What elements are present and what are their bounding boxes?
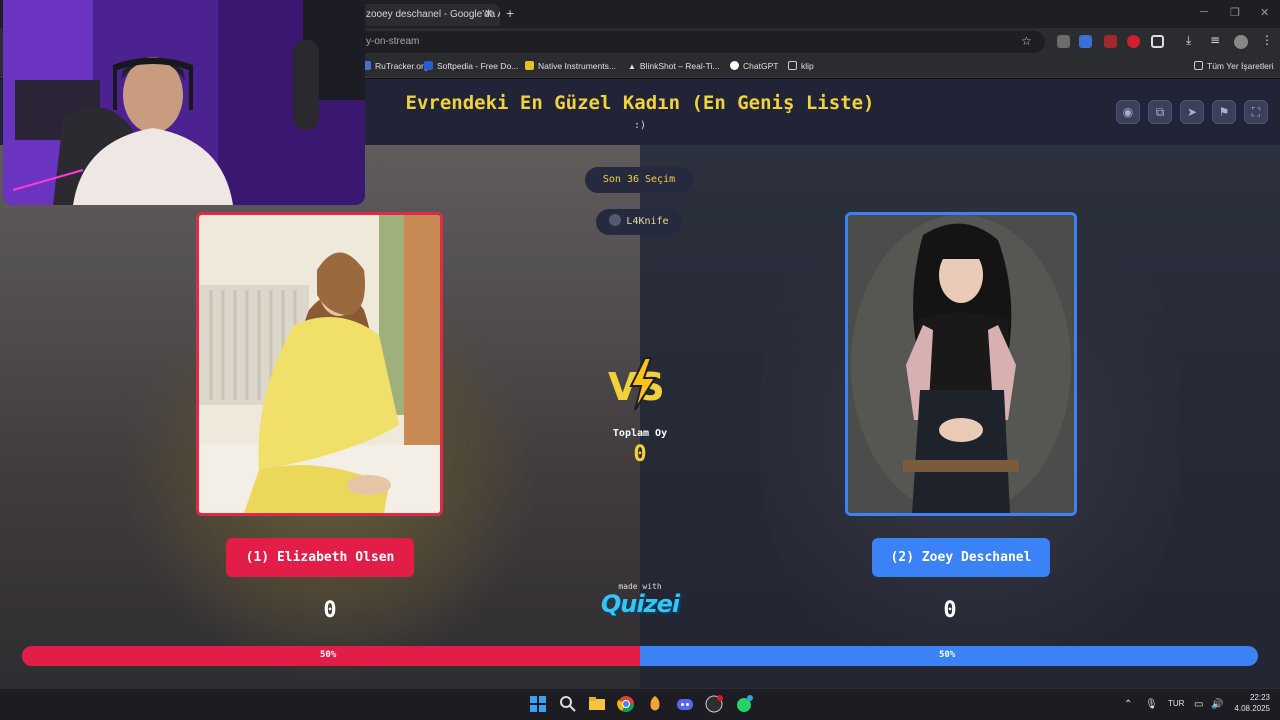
obs-icon[interactable] [704, 694, 724, 714]
download-icon[interactable]: ⤓ [1186, 33, 1191, 48]
language-indicator[interactable]: TUR [1168, 699, 1184, 708]
extension-icon[interactable] [1104, 35, 1117, 48]
folder-icon [1194, 61, 1203, 70]
start-menu-icon[interactable] [528, 694, 548, 714]
bookmark-softpedia[interactable]: Softpedia - Free Do... [424, 61, 518, 71]
file-explorer-icon[interactable] [587, 694, 607, 714]
address-bar[interactable] [355, 31, 1045, 53]
chrome-icon[interactable] [616, 694, 636, 714]
bookmark-label: klip [801, 61, 814, 71]
fullscreen-icon[interactable]: ⛶ [1244, 100, 1268, 124]
bookmark-native-instruments[interactable]: Native Instruments... [525, 61, 616, 71]
tab-close-icon[interactable]: ✕ [484, 7, 493, 20]
folder-icon [525, 61, 534, 70]
media-controls-icon[interactable]: ≡ [1210, 33, 1220, 47]
translate-extension-icon[interactable] [1079, 35, 1092, 48]
new-tab-button[interactable]: + [506, 5, 514, 21]
browser-tab[interactable]: zooey deschanel - Google'da A [358, 4, 500, 26]
page-subtitle: :) [633, 120, 647, 131]
tab-title: zooey deschanel - Google'da A [366, 9, 500, 20]
avatar [609, 214, 622, 226]
volume-icon[interactable]: 🔊 [1211, 699, 1223, 710]
windows-taskbar [0, 688, 1280, 720]
recent-choices-button[interactable]: Son 36 Seçim [585, 167, 693, 193]
chatgpt-icon [730, 61, 739, 70]
vote-share-bar: 50% 50% [22, 646, 1258, 666]
right-percent: 50% [939, 650, 956, 660]
eye-icon[interactable]: ◉ [1116, 100, 1140, 124]
versus-icon: VS [608, 357, 665, 411]
right-contestant-photo [848, 215, 1074, 513]
streamer-webcam-image [3, 0, 365, 205]
extension-icon[interactable] [1057, 35, 1070, 48]
network-icon[interactable]: ▭ [1194, 699, 1203, 710]
discord-icon[interactable] [675, 694, 695, 714]
microphone-icon[interactable]: 🎙 [1145, 699, 1158, 710]
username: L4Knife [626, 216, 669, 227]
profile-avatar[interactable] [1234, 35, 1248, 49]
left-contestant-photo [199, 215, 440, 513]
whatsapp-icon[interactable] [734, 694, 754, 714]
restore-icon[interactable]: ❐ [1230, 6, 1240, 19]
url-text: y-on-stream [366, 36, 420, 47]
right-choice-card[interactable] [845, 212, 1077, 516]
tray-chevron-icon[interactable]: ⌃ [1124, 699, 1132, 710]
bookmark-label: RuTracker.org [375, 61, 429, 71]
clock-date[interactable]: 4.08.2025 [1224, 704, 1270, 713]
bookmark-label: ChatGPT [743, 61, 779, 71]
quizei-logo[interactable]: Quizei [585, 590, 695, 618]
extensions-puzzle-icon[interactable] [1151, 35, 1164, 48]
all-bookmarks[interactable]: Tüm Yer İşaretleri [1194, 61, 1274, 71]
clock-time[interactable]: 22:23 [1232, 693, 1270, 702]
user-badge: L4Knife [596, 209, 682, 235]
send-icon[interactable]: ➤ [1180, 100, 1204, 124]
folder-icon [788, 61, 797, 70]
close-window-icon[interactable]: ✕ [1260, 6, 1269, 19]
search-icon[interactable] [558, 694, 578, 714]
triangle-icon: ▲ [628, 62, 636, 71]
fl-studio-icon[interactable] [645, 694, 665, 714]
bookmark-star-icon[interactable]: ☆ [1021, 34, 1032, 48]
total-votes-value: 0 [633, 442, 647, 467]
record-extension-icon[interactable] [1127, 35, 1140, 48]
bookmark-label: Softpedia - Free Do... [437, 61, 519, 71]
bookmark-label: Native Instruments... [538, 61, 616, 71]
bookmark-rutracker[interactable]: RuTracker.org [362, 61, 429, 71]
left-score: 0 [323, 598, 337, 623]
vote-left-button[interactable]: (1) Elizabeth Olsen [226, 538, 414, 577]
left-choice-card[interactable] [196, 212, 443, 516]
bookmark-favicon [424, 61, 433, 70]
bookmark-blinkshot[interactable]: ▲ BlinkShot – Real-Ti... [628, 61, 719, 71]
bookmark-klip[interactable]: klip [788, 61, 814, 71]
share-icon[interactable]: ⧉ [1148, 100, 1172, 124]
bookmark-label: BlinkShot – Real-Ti... [639, 61, 720, 71]
menu-kebab-icon[interactable]: ⋮ [1261, 33, 1273, 47]
total-votes-label: Toplam Oy [612, 428, 668, 439]
flag-icon[interactable]: ⚑ [1212, 100, 1236, 124]
webcam-overlay [3, 0, 365, 205]
minimize-icon[interactable]: ─ [1200, 6, 1208, 18]
right-score: 0 [943, 598, 957, 623]
bookmark-label: Tüm Yer İşaretleri [1207, 61, 1274, 71]
page-title: Evrendeki En Güzel Kadın (En Geniş Liste… [405, 92, 875, 114]
bookmark-chatgpt[interactable]: ChatGPT [730, 61, 778, 71]
vote-right-button[interactable]: (2) Zoey Deschanel [872, 538, 1050, 577]
left-percent: 50% [320, 650, 337, 660]
